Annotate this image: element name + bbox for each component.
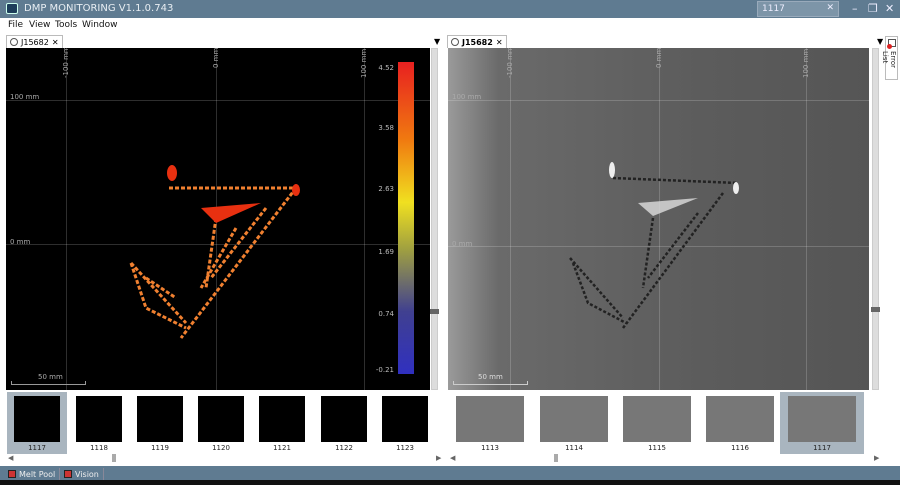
- scroll-left-icon[interactable]: ◀: [8, 454, 13, 462]
- status-circle-icon: [10, 38, 18, 46]
- status-circle-icon: [451, 38, 459, 46]
- colorbar-label: -0.21: [375, 366, 394, 374]
- melt-pool-view[interactable]: -100 mm 0 mm 100 mm 100 mm 0 mm 4.52 3.5…: [6, 48, 430, 390]
- thumbnail-label: 1119: [151, 444, 169, 452]
- tab-label: J15682: [21, 37, 49, 47]
- thumbnail-label: 1123: [396, 444, 414, 452]
- vision-icon: [64, 470, 72, 478]
- tab-label: Vision: [75, 469, 99, 479]
- tab-melt-pool[interactable]: Melt Pool: [4, 468, 61, 480]
- window-title: DMP MONITORING V1.1.0.743: [24, 3, 174, 14]
- thumbnail-label: 1117: [28, 444, 46, 452]
- thumbnail-label: 1120: [212, 444, 230, 452]
- colorbar-label: 0.74: [378, 310, 394, 318]
- melt-pool-icon: [8, 470, 16, 478]
- scroll-right-icon[interactable]: ▶: [436, 454, 441, 462]
- vision-view[interactable]: -100 mm 0 mm 100 mm 100 mm 0 mm 50 mm: [448, 48, 869, 390]
- close-button[interactable]: ✕: [885, 2, 894, 15]
- thumbnail-label: 1115: [648, 444, 666, 452]
- colorbar-label: 4.52: [378, 64, 394, 72]
- menu-tools[interactable]: Tools: [55, 20, 77, 30]
- layer-slider[interactable]: [871, 48, 880, 390]
- thumbnail-label: 1114: [565, 444, 583, 452]
- close-tab-icon[interactable]: ✕: [496, 38, 503, 47]
- thumbnail[interactable]: [540, 396, 608, 442]
- tab-label: J15682: [462, 37, 493, 47]
- thumbnail[interactable]: [259, 396, 305, 442]
- thumbnail[interactable]: [76, 396, 122, 442]
- thumbnail-label: 1118: [90, 444, 108, 452]
- left-thumbnail-strip: 1117 1118 1119 1120 1121 1122 1123 ◀ ▶: [6, 390, 444, 465]
- minimize-button[interactable]: –: [852, 2, 858, 15]
- restore-button[interactable]: ❐: [868, 2, 878, 15]
- thumbnail[interactable]: [456, 396, 524, 442]
- scrollbar-thumb[interactable]: [554, 454, 558, 462]
- tab-right-job[interactable]: J15682 ✕: [447, 35, 507, 48]
- menu-file[interactable]: File: [8, 20, 23, 30]
- scale-bar-label: 50 mm: [38, 373, 63, 381]
- tab-vision[interactable]: Vision: [60, 468, 104, 480]
- thumbnail[interactable]: [706, 396, 774, 442]
- tab-label: Melt Pool: [19, 469, 56, 479]
- scroll-left-icon[interactable]: ◀: [450, 454, 455, 462]
- error-list-icon: [887, 39, 896, 49]
- title-bar: DMP MONITORING V1.1.0.743 1117 ✕ – ❐ ✕: [0, 0, 900, 18]
- scale-bar-label: 50 mm: [478, 373, 503, 381]
- slider-thumb[interactable]: [430, 309, 439, 314]
- thumbnail[interactable]: [14, 396, 60, 442]
- scale-bar: [453, 381, 528, 385]
- right-thumbnail-strip: 1113 1114 1115 1116 1117 ◀ ▶: [448, 390, 884, 465]
- search-input[interactable]: 1117 ✕: [757, 1, 839, 17]
- thumbnail[interactable]: [788, 396, 856, 442]
- melt-pool-part-layer: [129, 165, 300, 339]
- thumbnail-label: 1121: [273, 444, 291, 452]
- colorbar-label: 2.63: [378, 185, 394, 193]
- scroll-right-icon[interactable]: ▶: [874, 454, 879, 462]
- thumbnail-label: 1113: [481, 444, 499, 452]
- app-icon: [6, 3, 18, 14]
- layer-slider[interactable]: [430, 48, 439, 390]
- thumbnail[interactable]: [321, 396, 367, 442]
- thumbnail[interactable]: [198, 396, 244, 442]
- colorbar: [398, 62, 414, 374]
- thumbnail-label: 1122: [335, 444, 353, 452]
- thumbnail[interactable]: [137, 396, 183, 442]
- colorbar-label: 1.69: [378, 248, 394, 256]
- panel-menu-icon[interactable]: ▼: [877, 37, 883, 46]
- bottom-tab-bar: [0, 466, 900, 480]
- scrollbar-thumb[interactable]: [112, 454, 116, 462]
- close-tab-icon[interactable]: ✕: [52, 38, 59, 47]
- menu-view[interactable]: View: [29, 20, 50, 30]
- panel-menu-icon[interactable]: ▼: [434, 37, 440, 46]
- clear-search-icon[interactable]: ✕: [826, 3, 834, 13]
- tab-left-job[interactable]: J15682 ✕: [6, 35, 63, 48]
- slider-thumb[interactable]: [871, 307, 880, 312]
- vision-part-layer: [569, 162, 739, 329]
- thumbnail[interactable]: [623, 396, 691, 442]
- taskbar: [0, 480, 900, 485]
- colorbar-label: 3.58: [378, 124, 394, 132]
- thumbnail[interactable]: [382, 396, 428, 442]
- menu-window[interactable]: Window: [82, 20, 118, 30]
- error-list-tab[interactable]: Error List: [881, 36, 898, 80]
- thumbnail-label: 1117: [813, 444, 831, 452]
- error-list-label: Error List: [881, 51, 897, 69]
- scale-bar: [11, 381, 86, 385]
- thumbnail-label: 1116: [731, 444, 749, 452]
- search-value: 1117: [762, 4, 785, 14]
